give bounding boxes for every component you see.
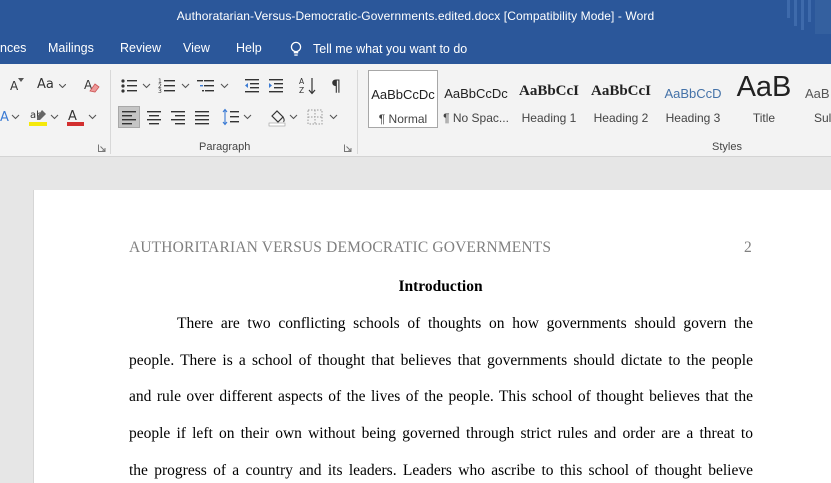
highlight-color-icon[interactable]: ab [29, 107, 59, 129]
ribbon-separator [110, 70, 111, 154]
running-header[interactable]: AUTHORITARIAN VERSUS DEMOCRATIC GOVERNME… [129, 239, 551, 257]
document-page[interactable]: AUTHORITARIAN VERSUS DEMOCRATIC GOVERNME… [33, 190, 831, 483]
svg-text:A: A [299, 77, 305, 86]
shrink-font-icon[interactable]: A [8, 78, 24, 94]
line-spacing-icon[interactable] [222, 107, 254, 127]
highlight-swatch [29, 122, 47, 126]
title-bar-decoration [787, 0, 831, 34]
decrease-indent-icon[interactable] [243, 77, 261, 95]
style-heading-3[interactable]: AaBbCcD Heading 3 [658, 70, 728, 128]
style-name: ¶ Normal [378, 112, 428, 126]
style-sample: AaB [736, 71, 792, 103]
style-sample: AaBbCcI [590, 83, 651, 99]
tab-view[interactable]: View [183, 41, 210, 55]
show-formatting-icon[interactable]: ¶ [331, 76, 345, 95]
numbering-icon[interactable]: 1 2 3 [158, 77, 192, 95]
pilcrow-glyph: ¶ [331, 76, 342, 95]
svg-text:Z: Z [299, 86, 304, 95]
title-bar: Authoratarian-Versus-Democratic-Governme… [0, 0, 831, 34]
font-color-icon[interactable]: A [67, 107, 99, 129]
multilevel-list-icon[interactable] [197, 77, 231, 95]
bullets-icon[interactable] [120, 77, 154, 95]
tell-me-box[interactable]: Tell me what you want to do [289, 41, 467, 57]
styles-group-label: Styles [712, 141, 742, 153]
tab-references[interactable]: nces [0, 41, 26, 55]
tab-help[interactable]: Help [236, 41, 262, 55]
style-heading-2[interactable]: AaBbCcI Heading 2 [586, 70, 656, 128]
style-sample: AaB [805, 86, 830, 101]
tell-me-text: Tell me what you want to do [313, 42, 468, 56]
style-normal[interactable]: AaBbCcDc ¶ Normal [368, 70, 438, 128]
style-name: Sul [814, 111, 831, 125]
lightbulb-icon [290, 41, 302, 56]
change-case-glyph: Aa [37, 77, 54, 92]
ribbon-tabs: nces Mailings Review View Help Tell me w… [0, 34, 831, 64]
clear-formatting-icon[interactable]: A [83, 77, 101, 95]
paragraph-dialog-launcher-icon[interactable] [344, 144, 352, 152]
ribbon: A Aa A A ab A 1 2 3 A Z ¶ Paragraph AaBb… [0, 64, 831, 157]
ribbon-separator [357, 70, 358, 154]
change-case-icon[interactable]: Aa [37, 77, 69, 95]
text-effects-icon[interactable]: A [0, 108, 20, 126]
align-right-icon[interactable] [169, 107, 187, 127]
font-dialog-launcher-icon[interactable] [98, 144, 106, 152]
page-number[interactable]: 2 [744, 239, 752, 257]
paragraph-line[interactable]: people if left on their own without bein… [129, 425, 753, 443]
borders-icon[interactable] [306, 107, 340, 127]
shrink-font-glyph: A [10, 79, 19, 93]
paragraph-line[interactable]: and rule over different aspects of the l… [129, 388, 753, 406]
align-left-icon[interactable] [118, 106, 140, 128]
style-title[interactable]: AaB Title [729, 70, 799, 128]
svg-text:A: A [68, 109, 77, 124]
svg-text:3: 3 [158, 88, 162, 95]
tab-mailings[interactable]: Mailings [48, 41, 94, 55]
sort-icon[interactable]: A Z [299, 76, 317, 96]
increase-indent-icon[interactable] [267, 77, 285, 95]
style-heading-1[interactable]: AaBbCcI Heading 1 [514, 70, 584, 128]
style-name: Heading 3 [665, 111, 721, 125]
window-title: Authoratarian-Versus-Democratic-Governme… [176, 9, 655, 23]
style-name: Heading 1 [521, 111, 577, 125]
paragraph-group-label: Paragraph [199, 141, 251, 153]
paragraph-line[interactable]: There are two conflicting schools of tho… [177, 315, 753, 333]
style-name: Title [752, 111, 776, 125]
tab-review[interactable]: Review [120, 41, 161, 55]
styles-gallery: AaBbCcDc ¶ Normal AaBbCcDc ¶ No Spac... … [367, 70, 831, 136]
style-sample: AaBbCcDc [444, 86, 508, 101]
justify-icon[interactable] [193, 107, 211, 127]
style-sample: AaBbCcD [664, 86, 722, 101]
section-heading[interactable]: Introduction [34, 278, 831, 296]
style-name: Heading 2 [593, 111, 649, 125]
style-sample: AaBbCcDc [371, 87, 435, 102]
svg-text:A: A [0, 110, 9, 125]
paragraph-line[interactable]: people. There is a school of thought tha… [129, 352, 753, 370]
style-subtitle[interactable]: AaB Sul [801, 70, 831, 128]
align-center-icon[interactable] [145, 107, 163, 127]
style-no-spacing[interactable]: AaBbCcDc ¶ No Spac... [441, 70, 511, 128]
style-sample: AaBbCcI [518, 83, 579, 99]
paragraph-line[interactable]: the progress of a country and its leader… [129, 462, 753, 480]
document-area[interactable]: AUTHORITARIAN VERSUS DEMOCRATIC GOVERNME… [0, 157, 831, 483]
style-name: ¶ No Spac... [443, 111, 509, 125]
shading-icon[interactable] [268, 107, 300, 127]
